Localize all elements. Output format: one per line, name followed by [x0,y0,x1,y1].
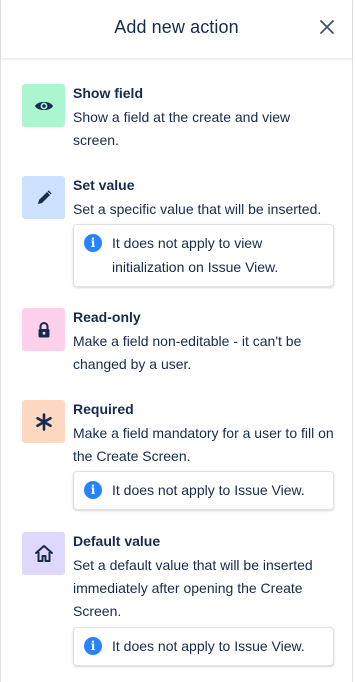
action-show-field[interactable]: Show field Show a field at the create an… [22,84,334,154]
action-icon-tile [22,84,65,127]
info-note: i It does not apply to Issue View. [73,471,334,510]
action-default-value[interactable]: Default value Set a default value that w… [22,532,334,667]
action-set-value[interactable]: Set value Set a specific value that will… [22,176,334,288]
action-icon-tile [22,308,65,351]
info-icon: i [84,234,102,252]
action-title: Set value [73,177,135,193]
asterisk-icon [35,412,52,431]
action-title: Default value [73,533,161,549]
home-icon [34,545,53,562]
action-read-only[interactable]: Read-only Make a field non-editable - it… [22,308,334,378]
close-button[interactable] [316,16,338,38]
info-icon: i [84,481,102,499]
action-description: Set a default value that will be inserte… [73,557,313,619]
info-icon: i [84,637,102,655]
action-title: Show field [73,85,143,101]
action-icon-tile [22,532,65,575]
action-required[interactable]: Required Make a field mandatory for a us… [22,400,334,512]
info-note: i It does not apply to Issue View. [73,627,334,666]
eye-icon [34,101,53,110]
add-action-panel: Add new action Show field Show a field a… [0,0,353,682]
action-description: Make a field non-editable - it can't be … [73,333,302,372]
panel-title: Add new action [114,17,239,37]
action-description: Show a field at the create and view scre… [73,109,291,148]
pencil-icon [37,189,52,204]
action-title: Required [73,401,134,417]
info-note-text: It does not apply to Issue View. [112,482,305,498]
action-icon-tile [22,176,65,219]
panel-header: Add new action [1,0,352,59]
info-note-text: It does not apply to view initialization… [112,235,279,275]
action-description: Make a field mandatory for a user to fil… [73,425,334,464]
info-note-text: It does not apply to Issue View. [112,638,305,654]
close-icon [320,20,334,34]
action-title: Read-only [73,309,141,325]
action-description: Set a specific value that will be insert… [73,201,322,217]
lock-icon [38,321,49,337]
action-icon-tile [22,400,65,443]
info-note: i It does not apply to view initializati… [73,224,334,287]
